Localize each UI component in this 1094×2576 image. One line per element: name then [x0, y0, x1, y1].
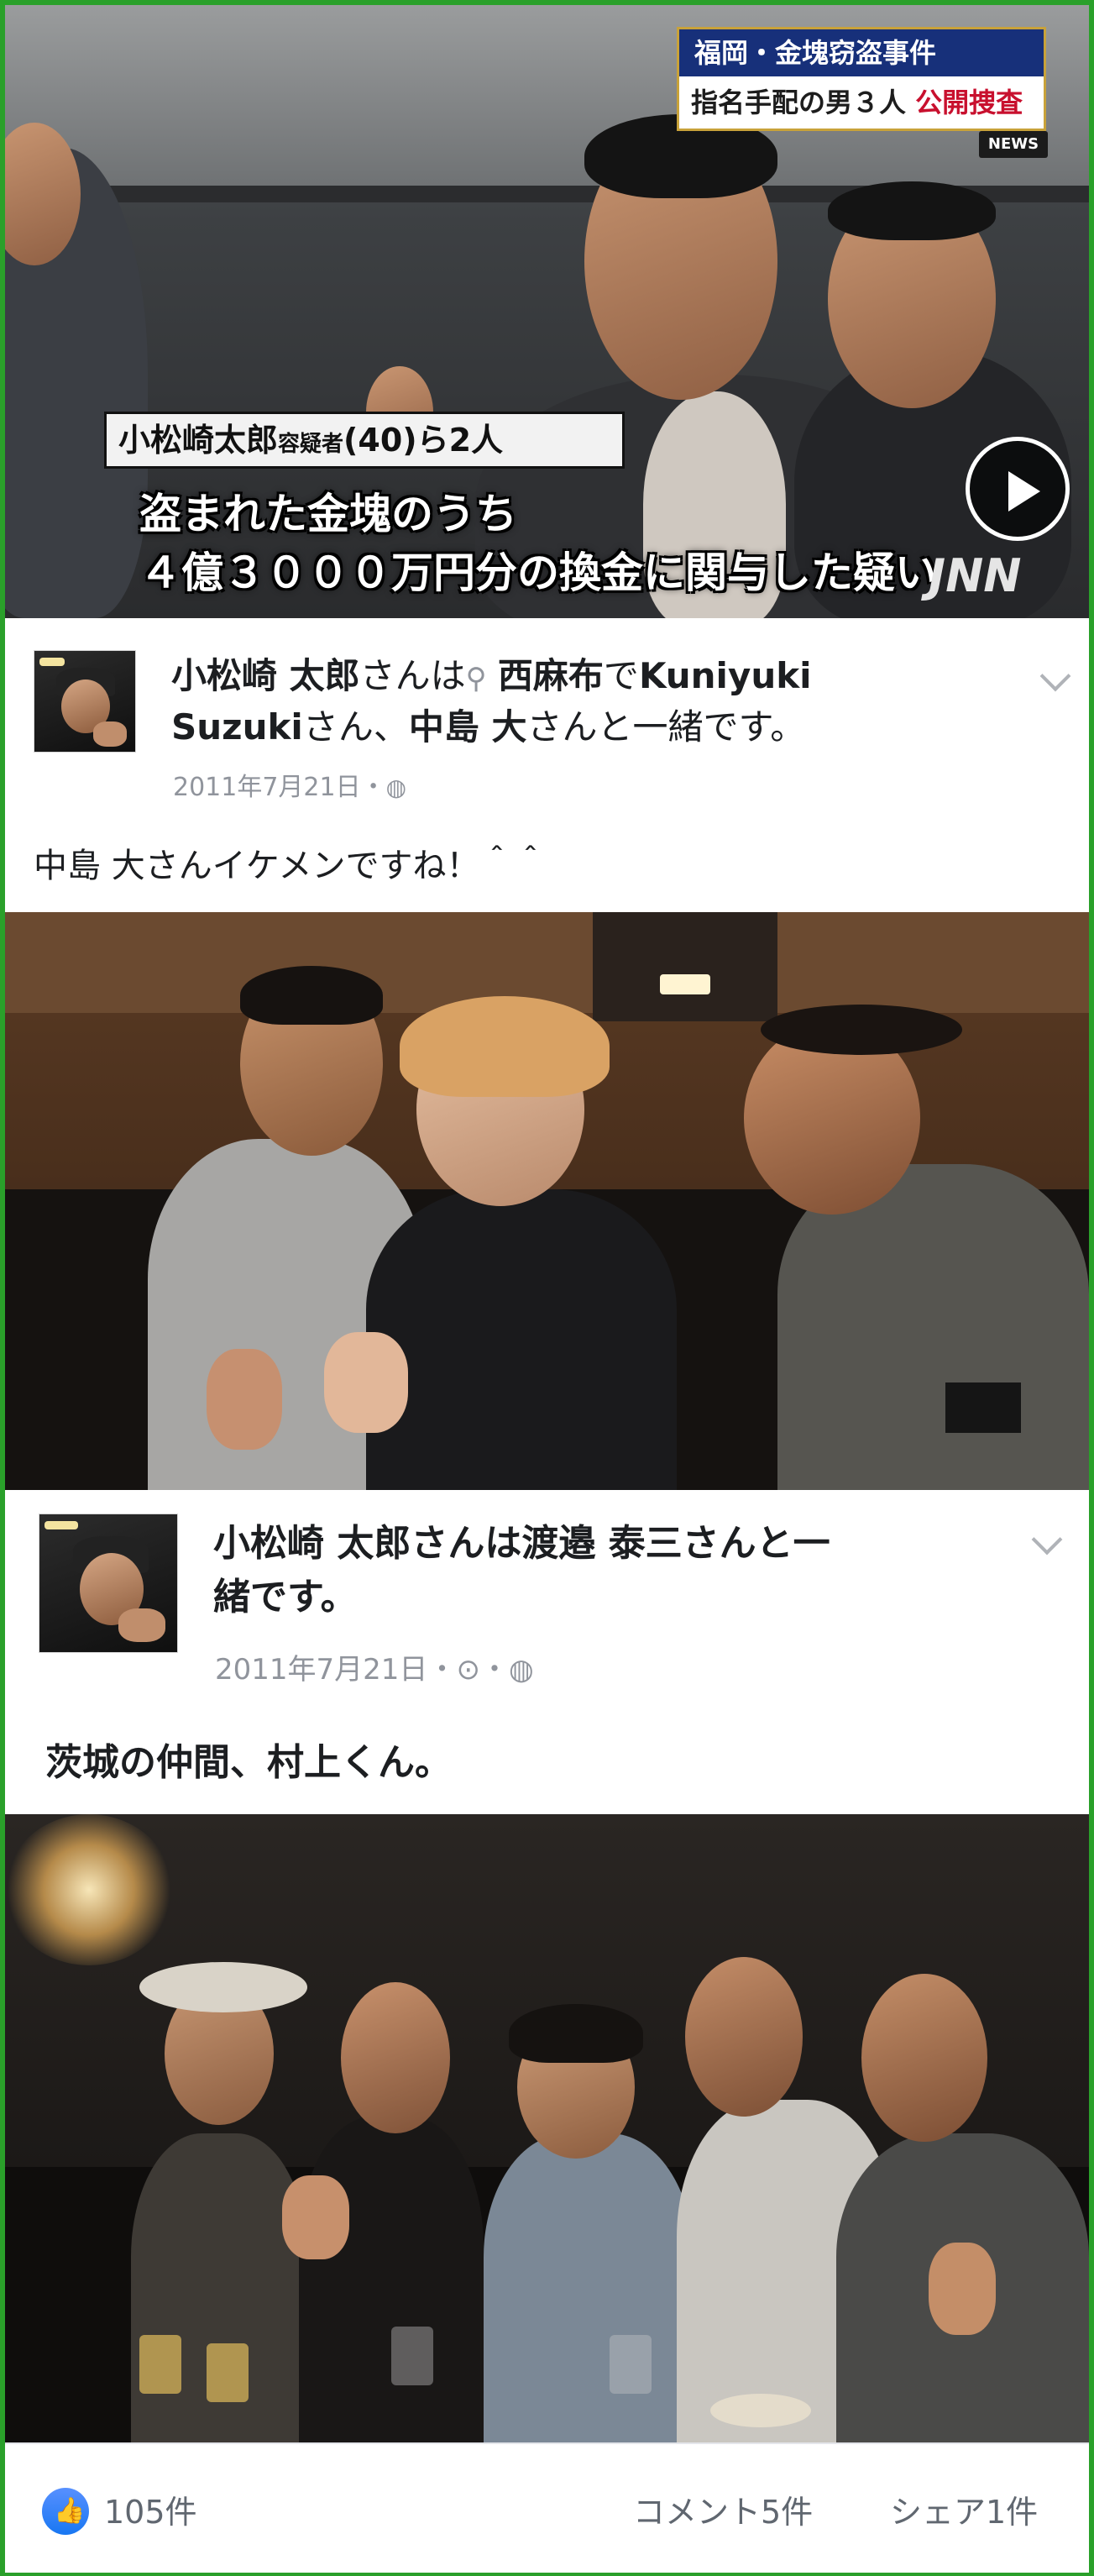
post1-timestamp[interactable]: 2011年7月21日・◍ — [173, 766, 406, 803]
photo1-pocket-square — [945, 1382, 1021, 1433]
photo2-glass — [610, 2335, 652, 2394]
post1-header: 小松崎 太郎さんは⚲ 西麻布でKuniyuki Suzukiさん、中島 大さんと… — [5, 618, 1089, 912]
settings-dot-icon: ⊙ — [456, 1653, 480, 1687]
photo1-lamp — [660, 974, 710, 994]
photo2-glass — [139, 2335, 181, 2394]
photo2-lamp — [5, 1814, 173, 1965]
photo2-glass — [391, 2327, 433, 2385]
photo1-person-center-hair — [400, 996, 610, 1097]
post2-title: 小松崎 太郎さんは渡邉 泰三さんと一 緒です。 — [213, 1517, 1019, 1624]
post1-body: 中島 大さんイケメンですね！＾＾ — [34, 847, 547, 885]
post2-text-is: さんは — [411, 1522, 522, 1565]
post2-text-end2: 緒です。 — [213, 1576, 358, 1619]
person-right-hair — [828, 181, 996, 240]
post-footer: 👍 105件 コメント5件 シェア1件 — [5, 2442, 1089, 2573]
photo1-peace-hand — [324, 1332, 408, 1433]
photo1-person-right-hair — [761, 1005, 962, 1055]
share-count[interactable]: シェア1件 — [890, 2486, 1038, 2532]
news-watermark: JNN — [929, 549, 1022, 602]
location-pin-icon: ⚲ — [465, 662, 487, 695]
photo2-person5-head — [861, 1974, 987, 2142]
comment-count[interactable]: コメント5件 — [633, 2486, 813, 2532]
news-name-tag-title: 容疑者 — [278, 432, 344, 457]
news-subtitle-line2: ４億３０００万円分の換金に関与した疑い — [139, 548, 937, 597]
post1-title: 小松崎 太郎さんは⚲ 西麻布でKuniyuki Suzukiさん、中島 大さんと… — [171, 652, 1019, 752]
post2-body: 茨城の仲間、村上くん。 — [45, 1741, 452, 1784]
post1-tag-nakajima[interactable]: 中島 大 — [409, 706, 527, 748]
post1-photo[interactable] — [5, 912, 1089, 1490]
photo2-person2-body — [299, 2117, 484, 2442]
photo2-person4-head — [685, 1957, 803, 2117]
post1-text-is: さんは — [359, 655, 466, 696]
post1-text-end: さんと一緒です。 — [526, 706, 806, 748]
post1-text-san: さん、 — [302, 706, 409, 748]
photo1-thumb-hand — [207, 1349, 282, 1450]
photo1-person-center-body — [366, 1189, 677, 1490]
post2-header: 小松崎 太郎さんは渡邉 泰三さんと一 緒です。 2011年7月21日・⊙・◍ 茨… — [5, 1490, 1089, 1814]
news-name-tag: 小松崎太郎容疑者(40)ら2人 — [104, 412, 625, 469]
post1-tag-kuniyuki[interactable]: Kuniyuki — [639, 655, 812, 696]
post2-timestamp[interactable]: 2011年7月21日・⊙・◍ — [215, 1646, 534, 1687]
post2-date[interactable]: 2011年7月21日 — [215, 1653, 427, 1687]
post1-location-link[interactable]: 西麻布 — [498, 655, 604, 696]
photo1-shelf — [593, 912, 777, 1021]
post2-text-end: さんと一 — [682, 1522, 830, 1565]
chevron-down-icon[interactable] — [1039, 660, 1071, 692]
photo2-person1-hat — [139, 1962, 307, 2012]
photo2-person2-hand — [282, 2175, 349, 2259]
photo1-person-left-hair — [240, 966, 383, 1025]
news-video-thumbnail[interactable]: 福岡・金塊窃盗事件 指名手配の男３人 公開捜査 NEWS 小松崎太郎容疑者(40… — [5, 5, 1089, 618]
play-icon[interactable] — [966, 437, 1070, 541]
photo1-wall — [5, 912, 1089, 1013]
photo2-person3-hair — [509, 2004, 643, 2063]
news-caption-headline: 福岡・金塊窃盗事件 — [679, 29, 1044, 76]
news-name-tag-name: 小松崎太郎 — [118, 422, 279, 459]
post2-avatar[interactable] — [39, 1514, 178, 1653]
post1-author-link[interactable]: 小松崎 太郎 — [171, 655, 360, 696]
globe-icon: ◍ — [385, 774, 407, 801]
post2-photo[interactable] — [5, 1814, 1089, 2442]
post2-date-sep-2: ・ — [479, 1653, 509, 1687]
post2-date-sep: ・ — [427, 1653, 457, 1687]
thumbs-up-icon[interactable]: 👍 — [42, 2488, 89, 2535]
globe-icon: ◍ — [508, 1653, 534, 1687]
news-caption-red: 公開捜査 — [915, 87, 1023, 118]
like-count[interactable]: 105件 — [104, 2486, 197, 2532]
post2-tag-watanabe[interactable]: 渡邉 泰三 — [521, 1522, 682, 1565]
news-caption-subheadline: 指名手配の男３人 公開捜査 — [679, 76, 1044, 129]
photo2-person2-head — [341, 1982, 450, 2133]
post1-tag-suzuki[interactable]: Suzuki — [171, 706, 303, 748]
post2-author-link[interactable]: 小松崎 太郎 — [213, 1522, 411, 1565]
post1-date-sep: ・ — [360, 773, 386, 802]
news-subtitle-line1: 盗まれた金塊のうち — [139, 490, 517, 538]
photo2-person5-thumb — [929, 2243, 996, 2335]
news-caption-box: 福岡・金塊窃盗事件 指名手配の男３人 公開捜査 — [677, 27, 1046, 131]
post1-date[interactable]: 2011年7月21日 — [173, 773, 361, 802]
news-name-tag-rest: (40)ら2人 — [343, 422, 504, 459]
photo2-person3-body — [484, 2133, 694, 2442]
photo2-glass — [207, 2343, 249, 2402]
post1-text-de: で — [603, 655, 639, 696]
chevron-down-icon[interactable] — [1031, 1524, 1063, 1556]
photo2-plate — [710, 2394, 811, 2427]
news-logo: NEWS — [979, 131, 1048, 158]
news-caption-main: 指名手配の男３人 — [691, 87, 907, 118]
post1-avatar[interactable] — [34, 650, 136, 753]
